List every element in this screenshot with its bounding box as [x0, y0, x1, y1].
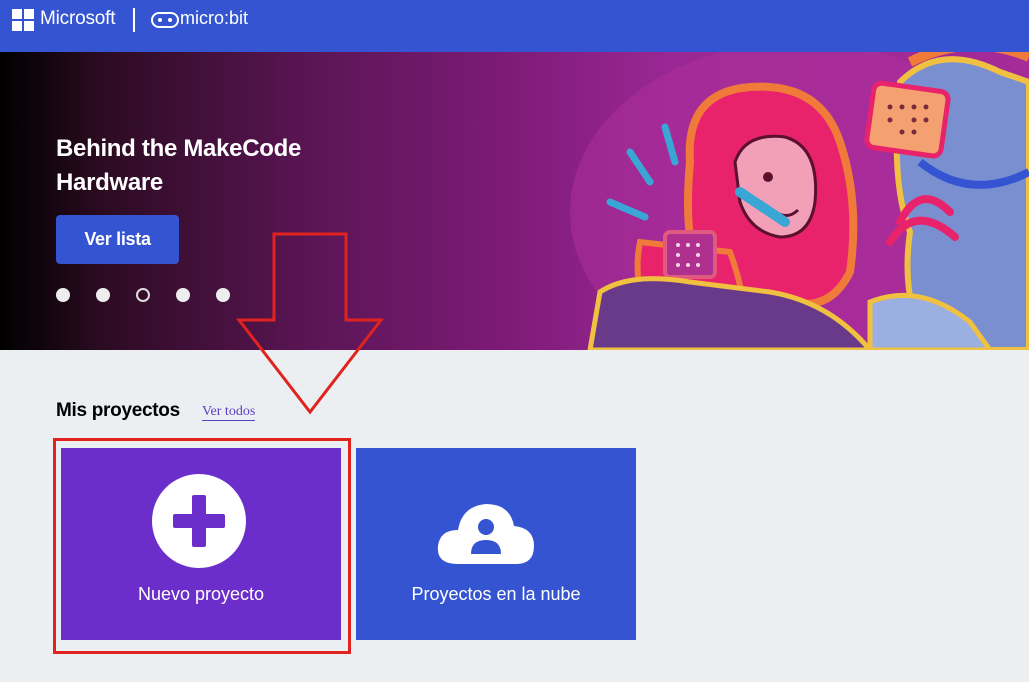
top-bar: Microsoft micro:bit — [0, 0, 1029, 52]
down-arrow-annotation — [236, 232, 385, 415]
microbit-logo-icon — [151, 12, 179, 28]
microbit-brand-label[interactable]: micro:bit — [180, 8, 248, 29]
brand-divider — [133, 8, 135, 32]
carousel-dot[interactable] — [96, 288, 110, 302]
hero-illustration — [570, 52, 1029, 350]
carousel-dot[interactable] — [176, 288, 190, 302]
hero-banner: Behind the MakeCode Hardware Ver lista — [0, 52, 1029, 350]
carousel-dot[interactable] — [56, 288, 70, 302]
cloud-projects-label: Proyectos en la nube — [411, 584, 581, 604]
windows-logo-icon — [12, 9, 34, 31]
my-projects-heading: Mis proyectos — [56, 400, 180, 421]
carousel-dot-active[interactable] — [136, 288, 150, 302]
hero-title: Behind the MakeCode Hardware — [56, 135, 301, 196]
cloud-user-icon — [437, 504, 534, 564]
carousel-dot[interactable] — [216, 288, 230, 302]
microsoft-brand-label[interactable]: Microsoft — [40, 8, 115, 30]
cloud-projects-card[interactable]: Proyectos en la nube — [356, 448, 636, 640]
view-list-button[interactable]: Ver lista — [56, 215, 179, 264]
highlight-annotation — [53, 438, 351, 654]
see-all-link[interactable]: Ver todos — [202, 404, 256, 421]
